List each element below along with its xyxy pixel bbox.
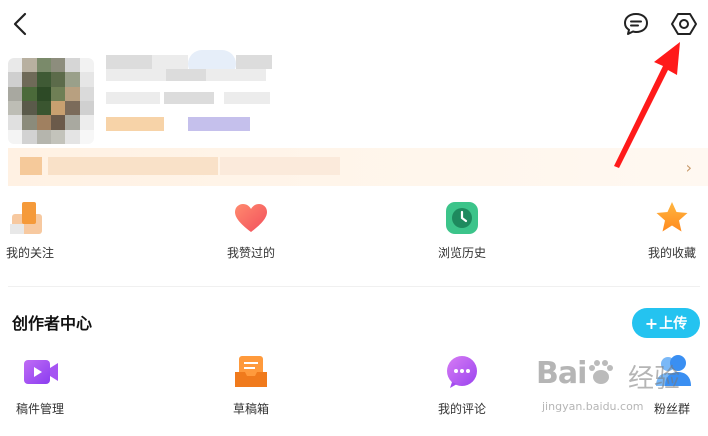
divider	[8, 286, 700, 287]
entry-label: 浏览历史	[437, 246, 486, 260]
chevron-left-icon	[13, 12, 27, 36]
watermark-url: jingyan.baidu.com	[542, 400, 644, 413]
draft-box-icon	[235, 356, 267, 387]
clock-icon	[446, 202, 478, 234]
back-button[interactable]	[8, 10, 34, 38]
creator-item-drafts[interactable]: 草稿箱	[191, 354, 311, 418]
entry-label: 我的收藏	[647, 246, 696, 260]
chat-bubble-icon	[624, 13, 648, 35]
creator-center-title: 创作者中心	[12, 314, 93, 333]
entry-favorites[interactable]: 我的收藏	[612, 198, 708, 262]
settings-hexagon-icon	[671, 13, 697, 35]
creator-item-label: 稿件管理	[15, 402, 64, 416]
entry-label: 我赞过的	[226, 246, 275, 260]
upload-button[interactable]: + 上传	[632, 308, 700, 338]
creator-item-label: 我的评论	[437, 402, 486, 416]
entry-my-follow[interactable]: 我的关注	[0, 198, 98, 262]
creator-item-comments[interactable]: 我的评论	[402, 354, 522, 418]
comment-icon	[447, 356, 477, 388]
baidu-jingyan-watermark: Bai 经验 jingyan.baidu.com	[536, 356, 708, 426]
chevron-right-icon: ›	[685, 158, 692, 177]
star-icon	[656, 202, 688, 232]
watermark-logo: Bai	[536, 356, 587, 391]
message-button[interactable]	[622, 11, 650, 37]
vip-banner[interactable]: ›	[8, 148, 708, 186]
avatar[interactable]	[8, 58, 94, 144]
video-icon	[24, 360, 58, 384]
upload-label: 上传	[659, 316, 688, 332]
heart-icon	[235, 204, 267, 232]
entry-liked[interactable]: 我赞过的	[191, 198, 311, 262]
watermark-jingyan: 经验	[628, 364, 681, 394]
entry-history[interactable]: 浏览历史	[402, 198, 522, 262]
entry-label: 我的关注	[6, 246, 55, 260]
creator-item-manuscripts[interactable]: 稿件管理	[0, 354, 100, 418]
profile-page: › 我的关注 我赞过的 浏览历史 我的收藏 创作者中心 + 上传 稿件管理 草稿…	[0, 0, 708, 436]
paw-icon	[589, 360, 613, 384]
follow-icon	[10, 202, 42, 234]
settings-button[interactable]	[670, 10, 698, 38]
plus-icon: +	[644, 313, 659, 333]
creator-item-label: 草稿箱	[232, 402, 269, 416]
